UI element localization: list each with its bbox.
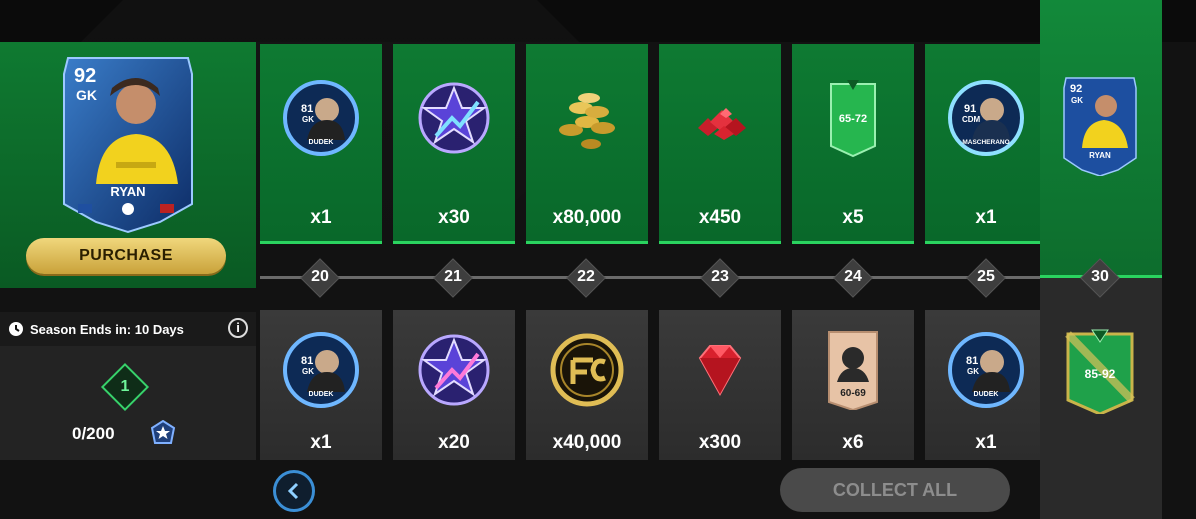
player-token-icon: 81 GK DUDEK [948, 332, 1024, 408]
level-panel: 1 0/200 [0, 346, 256, 460]
season-ends-label: Season Ends in: 10 Days [30, 321, 184, 337]
player-token-icon: 81 GK DUDEK [283, 332, 359, 408]
token-name: DUDEK [974, 391, 999, 398]
bottom-reward-tile[interactable]: 81 GK DUDEK x1 [925, 310, 1047, 460]
gems-pile-icon [698, 108, 746, 140]
bottom-reward-tile[interactable]: x40,000 [526, 310, 648, 460]
reward-quantity: x300 [698, 432, 742, 453]
featured-player-card[interactable]: 92 GK RYAN [60, 54, 196, 234]
hero-name: RYAN [110, 184, 145, 199]
reward-quantity: x30 [438, 207, 470, 228]
token-rating: 81 [301, 103, 313, 115]
reward-quantity: x5 [842, 207, 864, 228]
top-reward-tile[interactable]: 91 CDM MASCHERANO x1 [925, 44, 1047, 244]
reward-quantity: x1 [975, 432, 997, 453]
top-reward-tile[interactable]: x80,000 [526, 44, 648, 244]
top-reward-tile[interactable]: x30 [393, 44, 515, 244]
featured-reward-panel: 92 GK RYAN PURCHASE [0, 42, 256, 288]
pack-icon: 65-72 [830, 80, 876, 158]
token-position: GK [302, 367, 314, 376]
final-pack-range: 85-92 [1085, 367, 1116, 381]
level-node-number: 25 [977, 268, 995, 285]
level-node-number: 23 [711, 268, 729, 285]
final-card-rating: 92 [1070, 83, 1082, 95]
reward-quantity: x6 [842, 432, 864, 453]
level-node-final: 30 [1080, 258, 1120, 298]
player-token-icon: 81 GK DUDEK [283, 80, 359, 156]
final-pack-icon[interactable]: 85-92 [1062, 328, 1138, 414]
token-rating: 81 [966, 355, 978, 367]
coins-pile-icon [559, 93, 615, 149]
season-bar: Season Ends in: 10 Days i [0, 312, 256, 346]
level-number: 1 [120, 378, 130, 395]
reward-quantity: x80,000 [552, 207, 622, 228]
hero-position: GK [76, 87, 97, 103]
back-button[interactable] [273, 470, 315, 512]
top-reward-tile[interactable]: 65-72 x5 [792, 44, 914, 244]
reward-quantity: x1 [310, 432, 332, 453]
star-points-icon [418, 334, 490, 406]
player-token-icon: 91 CDM MASCHERANO [948, 80, 1024, 156]
level-node: 24 [833, 258, 873, 298]
top-reward-tile[interactable]: x450 [659, 44, 781, 244]
token-position: CDM [962, 115, 981, 124]
level-node-number: 24 [844, 268, 862, 285]
level-node: 23 [700, 258, 740, 298]
collect-all-button[interactable]: COLLECT ALL [780, 468, 1010, 512]
clock-icon [9, 322, 23, 336]
token-rating: 91 [964, 103, 976, 115]
level-node-number: 20 [311, 268, 329, 285]
progress-track [260, 276, 1040, 279]
final-card-position: GK [1071, 96, 1083, 105]
player-card-icon: 60-69 [828, 331, 878, 410]
reward-quantity: x20 [438, 432, 470, 453]
bottom-reward-tile[interactable]: 60-69 x6 [792, 310, 914, 460]
reward-quantity: x450 [698, 207, 742, 228]
level-node: 21 [433, 258, 473, 298]
token-name: DUDEK [309, 391, 334, 398]
level-node-number: 22 [577, 268, 595, 285]
star-xp-icon [150, 420, 176, 444]
chevron-left-icon [287, 482, 299, 500]
reward-quantity: x1 [975, 207, 997, 228]
token-name: MASCHERANO [962, 139, 1009, 146]
level-node-number: 21 [444, 268, 462, 285]
token-position: GK [967, 367, 979, 376]
top-reward-tile[interactable]: 81 GK DUDEK x1 [260, 44, 382, 244]
pack-range: 65-72 [839, 113, 867, 125]
final-player-card[interactable]: 92 GK RYAN [1062, 76, 1138, 176]
level-node: 20 [300, 258, 340, 298]
purchase-button[interactable]: PURCHASE [26, 238, 226, 274]
fc-coin-icon [550, 333, 624, 407]
bottom-reward-tile[interactable]: 81 GK DUDEK x1 [260, 310, 382, 460]
token-rating: 81 [301, 355, 313, 367]
card-range: 60-69 [840, 388, 866, 399]
final-card-name: RYAN [1089, 151, 1111, 160]
level-progress: 0/200 [72, 424, 115, 443]
gem-icon [698, 345, 742, 397]
star-points-icon [418, 82, 490, 154]
reward-quantity: x1 [310, 207, 332, 228]
token-position: GK [302, 115, 314, 124]
level-node: 25 [966, 258, 1006, 298]
reward-quantity: x40,000 [552, 432, 622, 453]
info-icon[interactable]: i [228, 318, 248, 338]
level-node: 22 [566, 258, 606, 298]
bottom-reward-tile[interactable]: x20 [393, 310, 515, 460]
final-level-number: 30 [1091, 268, 1109, 285]
bottom-reward-tile[interactable]: x300 [659, 310, 781, 460]
token-name: DUDEK [309, 139, 334, 146]
hero-rating: 92 [74, 65, 96, 87]
